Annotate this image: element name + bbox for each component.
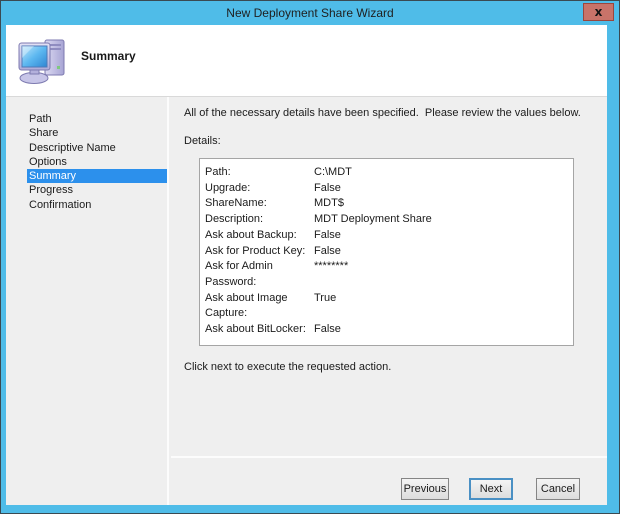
details-box[interactable]: Path: C:\MDT Upgrade: False ShareName: MDT$ De… <box>199 158 574 346</box>
sidebar-item-share[interactable]: Share <box>27 126 167 140</box>
detail-row: Ask about Backup: False <box>205 228 573 244</box>
detail-value: False <box>314 244 341 257</box>
detail-row: Ask for Admin Password: ******** <box>205 259 573 290</box>
next-button[interactable]: Next <box>469 478 513 500</box>
detail-value: C:\MDT <box>314 166 352 178</box>
cancel-button[interactable]: Cancel <box>536 478 580 500</box>
detail-value: False <box>314 228 341 241</box>
wizard-window: New Deployment Share Wizard x Summary Pa… <box>0 0 620 514</box>
titlebar[interactable]: New Deployment Share Wizard x <box>1 1 619 25</box>
detail-label: Ask about BitLocker: <box>205 323 306 336</box>
sidebar-item-options[interactable]: Options <box>27 155 167 169</box>
sidebar-item-confirmation[interactable]: Confirmation <box>27 198 167 212</box>
detail-row: Description: MDT Deployment Share <box>205 212 573 228</box>
detail-row: Upgrade: False <box>205 181 573 197</box>
window-title: New Deployment Share Wizard <box>226 6 394 20</box>
page-title: Summary <box>81 49 136 63</box>
detail-label: Description: <box>205 213 264 226</box>
detail-label: Path: <box>205 166 231 178</box>
detail-label: Ask for Product Key: <box>205 244 306 257</box>
sidebar-item-path[interactable]: Path <box>27 112 167 126</box>
wizard-steps: Path Share Descriptive Name Options Summary P… <box>6 97 169 505</box>
details-label: Details: <box>184 135 221 147</box>
detail-value: False <box>314 323 341 336</box>
detail-value: MDT Deployment Share <box>314 213 432 226</box>
detail-value: True <box>314 291 337 304</box>
close-button[interactable]: x <box>583 3 614 21</box>
wizard-client: Summary Path Share Descriptive Name Options… <box>6 25 607 505</box>
detail-value: MDT$ <box>314 197 344 210</box>
detail-label: ShareName: <box>205 197 267 210</box>
detail-label: Upgrade: <box>205 181 251 194</box>
sidebar-item-descriptive-name[interactable]: Descriptive Name <box>27 141 167 155</box>
detail-label: Ask about Image Capture: <box>205 291 288 320</box>
detail-row: Ask about BitLocker: False <box>205 322 573 338</box>
detail-value: False <box>314 181 341 194</box>
content-pane: All of the necessary details have been s… <box>171 97 607 458</box>
sidebar-item-progress[interactable]: Progress <box>27 183 167 197</box>
computer-icon <box>17 38 69 85</box>
previous-button[interactable]: Previous <box>401 478 449 500</box>
detail-value: ******** <box>314 260 349 273</box>
detail-row: ShareName: MDT$ <box>205 196 573 212</box>
note-text: Click next to execute the requested acti… <box>184 361 392 373</box>
detail-row: Path: C:\MDT <box>205 165 573 181</box>
detail-label: Ask about Backup: <box>205 228 297 241</box>
detail-label: Ask for Admin Password: <box>205 260 273 288</box>
details-list: Path: C:\MDT Upgrade: False ShareName: MDT$ De… <box>205 165 573 338</box>
detail-row: Ask for Product Key: False <box>205 244 573 260</box>
wizard-header: Summary <box>6 25 607 97</box>
button-bar: Previous Next Cancel <box>171 460 607 505</box>
close-icon: x <box>594 5 603 19</box>
intro-text: All of the necessary details have been s… <box>184 107 581 119</box>
detail-row: Ask about Image Capture: True <box>205 291 573 322</box>
sidebar-item-summary[interactable]: Summary <box>27 169 167 184</box>
